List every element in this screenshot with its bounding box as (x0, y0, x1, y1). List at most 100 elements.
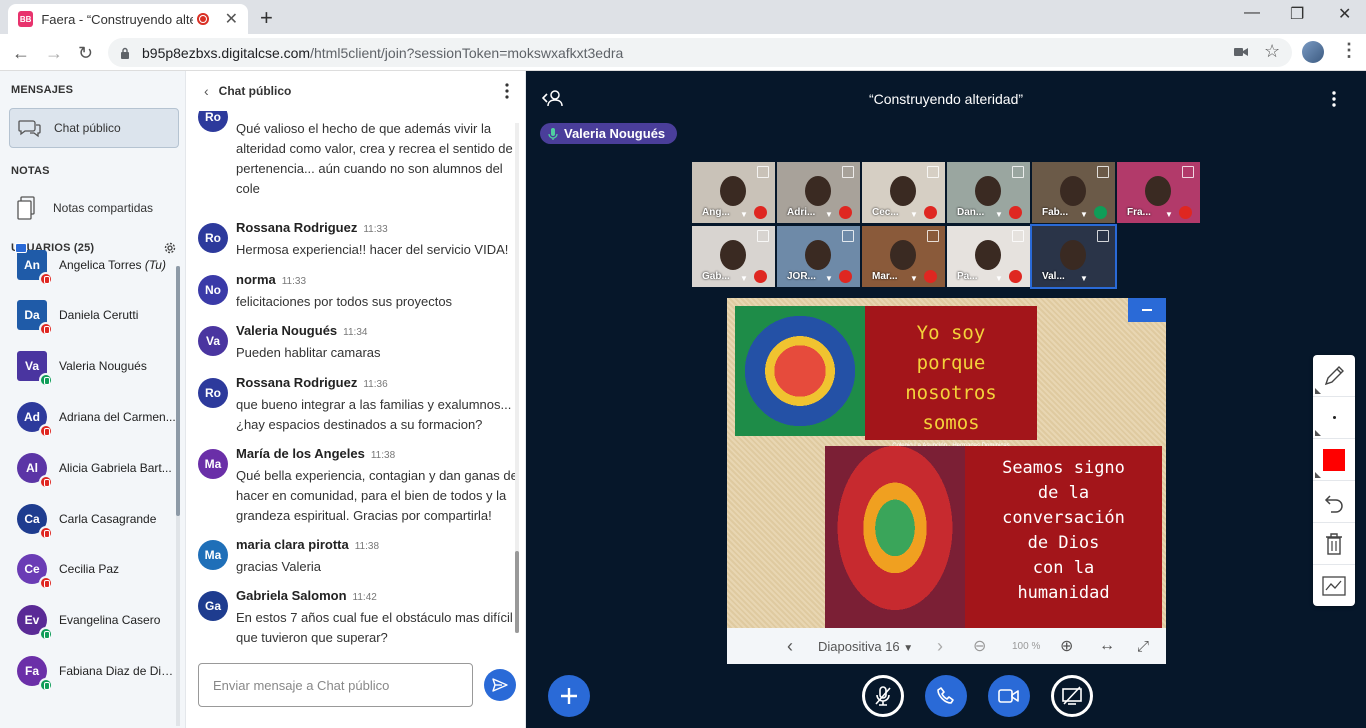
browser-tab[interactable]: BB Faera - “Construyendo alterid ✕ (8, 4, 248, 34)
send-message-button[interactable] (484, 669, 516, 701)
expand-icon[interactable] (1182, 166, 1194, 178)
expand-icon[interactable] (1097, 166, 1109, 178)
user-item[interactable]: Ce Cecilia Paz (0, 544, 180, 594)
users-scrollbar-thumb[interactable] (176, 266, 180, 516)
meeting-options-icon[interactable] (1332, 91, 1336, 107)
user-item[interactable]: Ev Evangelina Casero (0, 595, 180, 645)
expand-icon[interactable] (757, 166, 769, 178)
mute-microphone-button[interactable] (862, 675, 904, 717)
webcam-tile[interactable]: Pa... ▼ (947, 226, 1030, 287)
zoom-out-icon[interactable]: ⊖ (973, 636, 986, 656)
expand-icon[interactable] (927, 230, 939, 242)
expand-icon[interactable] (1012, 230, 1024, 242)
fullscreen-icon[interactable]: ⤢ (1137, 638, 1149, 655)
browser-menu-icon[interactable]: ⋮ (1340, 40, 1358, 61)
clear-tool[interactable] (1313, 523, 1355, 565)
profile-avatar[interactable] (1302, 41, 1324, 63)
reload-icon[interactable]: ↻ (78, 43, 93, 64)
chevron-down-icon[interactable]: ▼ (740, 274, 748, 283)
leave-audio-button[interactable] (925, 675, 967, 717)
chat-message-input[interactable] (198, 663, 473, 707)
webcam-tile[interactable]: Fra... ▼ (1117, 162, 1200, 223)
webcam-tile[interactable]: Ang... ▼ (692, 162, 775, 223)
user-item[interactable]: An Angelica Torres (Tu) (0, 240, 180, 290)
chat-options-icon[interactable] (505, 83, 509, 99)
public-chat-item[interactable]: Chat público (9, 108, 179, 148)
talking-user-name: Valeria Nougués (564, 126, 666, 141)
chevron-down-icon[interactable]: ▼ (910, 210, 918, 219)
webcam-grid: Ang... ▼ Adri... ▼ Cec... ▼ Dan... ▼ Fab... ▼ Fra.… (692, 162, 1202, 289)
webcam-tile[interactable]: Fab... ▼ (1032, 162, 1115, 223)
slide-selector[interactable]: Diapositiva 16 ▼ (818, 639, 913, 654)
message-time: 11:33 (325, 111, 349, 114)
slide-line: conversación (1002, 508, 1125, 528)
webcam-tile[interactable]: Adri... ▼ (777, 162, 860, 223)
next-slide-icon[interactable]: › (937, 636, 943, 657)
color-tool[interactable] (1313, 439, 1355, 481)
whiteboard-toolbar (1313, 355, 1355, 606)
back-icon[interactable]: ← (12, 43, 30, 64)
chevron-down-icon[interactable]: ▼ (740, 210, 748, 219)
user-name-text: Evangelina Casero (59, 613, 161, 627)
expand-icon[interactable] (1097, 230, 1109, 242)
expand-icon[interactable] (842, 230, 854, 242)
maximize-window-icon[interactable]: ❐ (1290, 4, 1304, 24)
expand-icon[interactable] (842, 166, 854, 178)
camera-blocked-icon[interactable] (1234, 46, 1248, 58)
pencil-tool[interactable] (1313, 355, 1355, 397)
chevron-left-icon[interactable]: ‹ (204, 83, 209, 99)
webcam-tile[interactable]: Cec... ▼ (862, 162, 945, 223)
share-webcam-button[interactable] (988, 675, 1030, 717)
chat-scrollbar-thumb[interactable] (515, 551, 519, 633)
webcam-tile[interactable]: Mar... ▼ (862, 226, 945, 287)
webcam-tile[interactable]: Val... ▼ (1030, 224, 1117, 289)
chevron-down-icon[interactable]: ▼ (995, 210, 1003, 219)
expand-icon[interactable] (927, 166, 939, 178)
chevron-down-icon[interactable]: ▼ (1080, 274, 1088, 283)
chevron-down-icon[interactable]: ▼ (995, 274, 1003, 283)
multiuser-tool[interactable] (1313, 565, 1355, 607)
chevron-down-icon[interactable]: ▼ (825, 274, 833, 283)
chevron-down-icon[interactable]: ▼ (910, 274, 918, 283)
expand-icon[interactable] (757, 230, 769, 242)
minimize-presentation-button[interactable] (1128, 298, 1166, 322)
user-initials: Fa (24, 664, 39, 678)
notes-header: NOTAS (11, 165, 50, 177)
message-author: Valeria Nougués 11:34 (236, 323, 367, 338)
user-item[interactable]: Va Valeria Nougués (0, 341, 180, 391)
muted-mic-icon (754, 270, 767, 283)
user-item[interactable]: Ca Carla Casagrande (0, 494, 180, 544)
user-item[interactable]: Da Daniela Cerutti (0, 290, 180, 340)
participant-video (890, 240, 916, 270)
user-item[interactable]: Al Alicia Gabriela Bart... (0, 443, 180, 493)
previous-slide-icon[interactable]: ‹ (787, 636, 793, 657)
user-initials: An (24, 258, 40, 272)
fit-width-icon[interactable]: ↔ (1099, 637, 1115, 655)
zoom-in-icon[interactable]: ⊕ (1060, 636, 1073, 656)
webcam-tile[interactable]: Dan... ▼ (947, 162, 1030, 223)
webcam-tile[interactable]: Gab... ▼ (692, 226, 775, 287)
webcam-tile[interactable]: JOR... ▼ (777, 226, 860, 287)
chevron-down-icon[interactable]: ▼ (1165, 210, 1173, 219)
bookmark-star-icon[interactable]: ☆ (1264, 41, 1280, 62)
chevron-down-icon[interactable]: ▼ (1080, 210, 1088, 219)
participant-video (1145, 176, 1171, 206)
user-item[interactable]: Fa Fabiana Diaz de Din... (0, 646, 180, 696)
minimize-window-icon[interactable]: — (1244, 4, 1260, 22)
shared-notes-item[interactable]: Notas compartidas (9, 188, 179, 228)
muted-mic-badge-icon (39, 526, 53, 540)
user-item[interactable]: Ad Adriana del Carmen... (0, 392, 180, 442)
close-tab-icon[interactable]: ✕ (225, 9, 238, 29)
url-field[interactable]: b95p8ezbxs.digitalcse.com/html5client/jo… (108, 38, 1292, 67)
actions-plus-button[interactable] (548, 675, 590, 717)
chevron-down-icon[interactable]: ▼ (825, 210, 833, 219)
forward-icon[interactable]: → (45, 43, 63, 64)
expand-icon[interactable] (1012, 166, 1024, 178)
chat-title[interactable]: Chat público (219, 84, 292, 98)
close-window-icon[interactable]: ✕ (1338, 4, 1351, 24)
talking-indicator[interactable]: Valeria Nougués (540, 123, 678, 144)
thickness-tool[interactable] (1313, 397, 1355, 439)
share-screen-button[interactable] (1051, 675, 1093, 717)
undo-tool[interactable] (1313, 481, 1355, 523)
new-tab-icon[interactable]: + (260, 5, 273, 31)
